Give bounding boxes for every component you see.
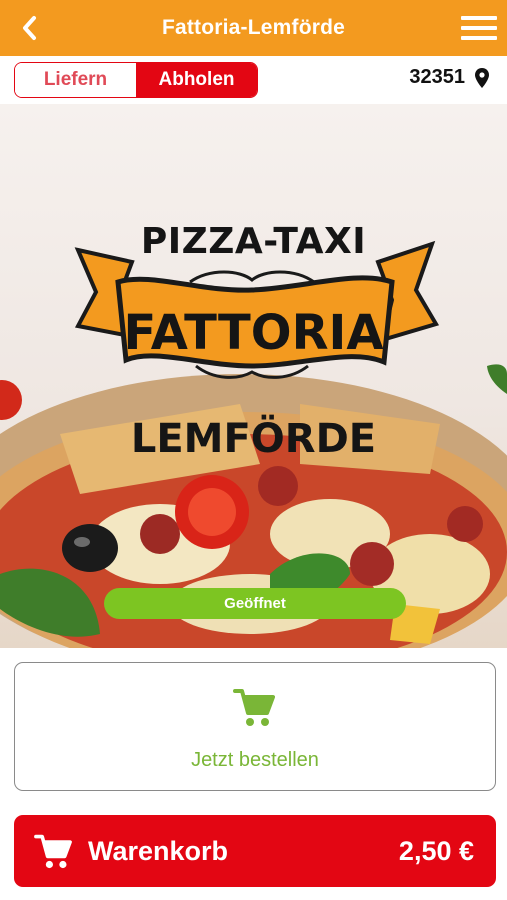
cart-button[interactable]: Warenkorb 2,50 €: [14, 815, 496, 887]
top-app-bar: Fattoria-Lemförde: [0, 0, 507, 56]
back-button[interactable]: [14, 12, 44, 44]
mode-option-liefern[interactable]: Liefern: [15, 63, 136, 97]
menu-button[interactable]: [461, 12, 497, 44]
order-now-label: Jetzt bestellen: [191, 749, 319, 771]
map-pin-icon: [475, 67, 489, 88]
mode-option-abholen[interactable]: Abholen: [136, 63, 257, 97]
delivery-mode-toggle: Liefern Abholen: [14, 62, 258, 98]
restaurant-hero-image: PIZZA-TAXI FATTORIA LEMFÖRDE: [0, 104, 507, 648]
shopping-cart-icon: [34, 834, 72, 869]
chevron-left-icon: [23, 16, 36, 40]
location-selector[interactable]: 32351: [409, 66, 489, 89]
zip-code: 32351: [409, 66, 465, 88]
cart-total: 2,50 €: [398, 835, 474, 866]
order-now-card[interactable]: Jetzt bestellen: [14, 662, 496, 791]
pizza-illustration: [0, 240, 507, 648]
logo-text-fattoria: FATTORIA: [123, 305, 384, 361]
page-title: Fattoria-Lemförde: [161, 16, 346, 39]
hamburger-menu-icon: [461, 16, 497, 20]
logo-text-pizza-taxi: PIZZA-TAXI: [140, 221, 367, 262]
cart-label: Warenkorb: [88, 835, 229, 866]
open-status-badge: Geöffnet: [104, 588, 406, 619]
logo-text-lemfoerde: LEMFÖRDE: [130, 416, 377, 462]
shopping-cart-icon: [233, 689, 275, 726]
